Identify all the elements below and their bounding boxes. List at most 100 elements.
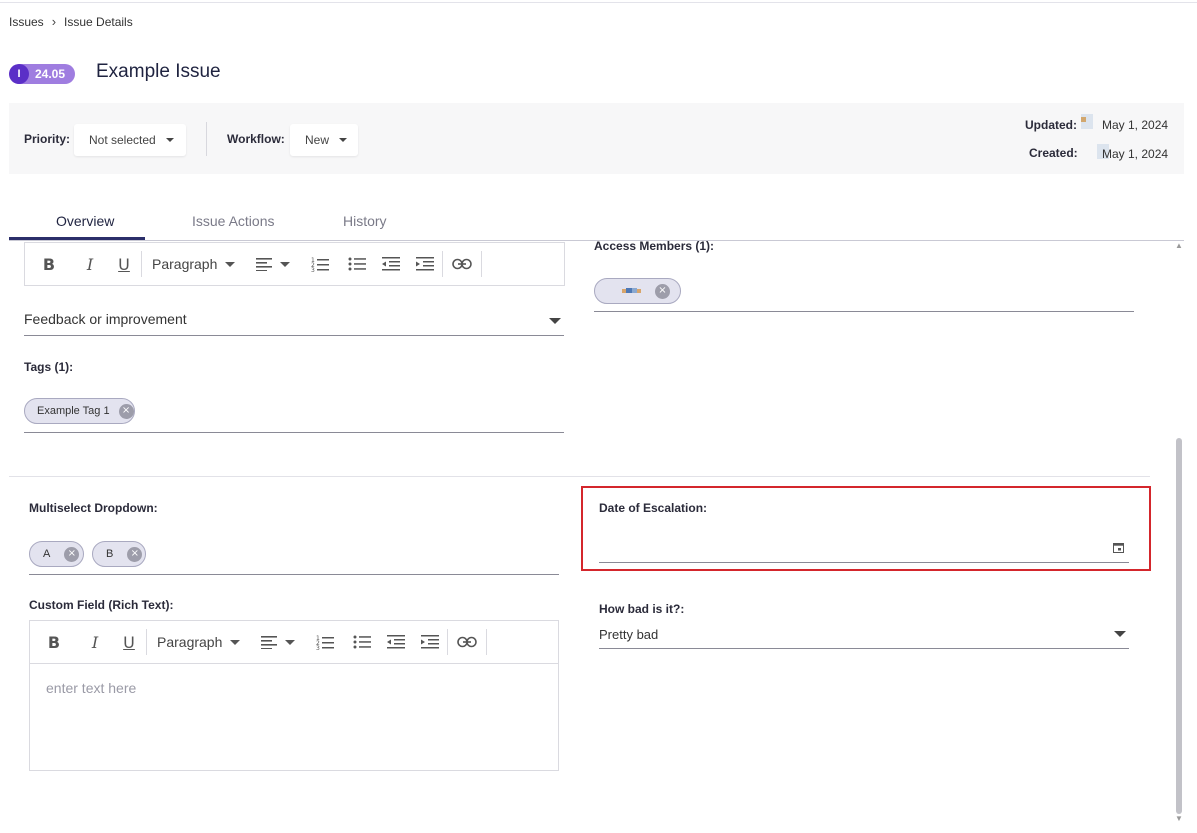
underline-icon[interactable]: U bbox=[107, 242, 141, 286]
caret-down-icon bbox=[280, 261, 290, 267]
how-bad-label: How bad is it?: bbox=[599, 602, 685, 616]
caret-down-icon[interactable] bbox=[1114, 631, 1126, 637]
access-members-underline bbox=[594, 311, 1134, 312]
caret-down-icon[interactable] bbox=[549, 318, 561, 324]
ordered-list-icon: 123 bbox=[311, 257, 329, 272]
bullet-list-button[interactable] bbox=[340, 242, 374, 286]
paragraph-label: Paragraph bbox=[157, 634, 223, 650]
priority-select[interactable]: Not selected bbox=[74, 124, 186, 156]
description-toolbar: B I U Paragraph 123 bbox=[24, 242, 565, 286]
breadcrumb-issues-link[interactable]: Issues bbox=[9, 15, 44, 29]
workflow-label: Workflow: bbox=[227, 132, 285, 146]
ordered-list-button[interactable]: 123 bbox=[300, 242, 340, 286]
link-button[interactable] bbox=[448, 620, 486, 664]
escalation-date-input[interactable] bbox=[599, 532, 1129, 560]
priority-label: Priority: bbox=[24, 132, 71, 146]
page-title: Example Issue bbox=[96, 61, 221, 82]
breadcrumb-current: Issue Details bbox=[64, 14, 133, 29]
multiselect-label: Multiselect Dropdown: bbox=[29, 501, 158, 515]
calendar-icon[interactable] bbox=[1113, 542, 1124, 553]
issue-version: 24.05 bbox=[35, 67, 66, 81]
paragraph-style-select[interactable]: Paragraph bbox=[142, 242, 242, 286]
access-members-label: Access Members (1): bbox=[594, 239, 715, 253]
multiselect-chip-a: A × bbox=[29, 541, 84, 567]
outdent-button[interactable] bbox=[374, 242, 408, 286]
scroll-down-arrow[interactable]: ▼ bbox=[1175, 814, 1183, 823]
caret-down-icon bbox=[339, 138, 348, 142]
rich-text-editor[interactable]: enter text here bbox=[29, 664, 559, 771]
ordered-list-icon: 123 bbox=[316, 635, 334, 650]
updated-label: Updated: bbox=[1025, 118, 1077, 132]
indent-button[interactable] bbox=[408, 242, 442, 286]
tab-active-indicator bbox=[9, 237, 145, 240]
close-icon[interactable]: × bbox=[118, 403, 134, 419]
paragraph-style-select[interactable]: Paragraph bbox=[147, 620, 247, 664]
link-icon bbox=[452, 258, 472, 270]
type-field-underline bbox=[24, 335, 564, 336]
scroll-up-arrow[interactable]: ▲ bbox=[1175, 241, 1183, 250]
indent-icon bbox=[421, 635, 439, 649]
rich-text-label: Custom Field (Rich Text): bbox=[29, 598, 174, 612]
issue-version-badge: I 24.05 bbox=[9, 64, 75, 84]
caret-down-icon bbox=[225, 261, 236, 267]
bullet-list-icon bbox=[348, 257, 366, 271]
svg-text:3: 3 bbox=[311, 267, 315, 272]
tab-history[interactable]: History bbox=[343, 213, 387, 229]
tag-chip-label: Example Tag 1 bbox=[37, 405, 110, 417]
workflow-select[interactable]: New bbox=[290, 124, 358, 156]
outdent-icon bbox=[382, 257, 400, 271]
rich-text-toolbar: B I U Paragraph 123 bbox=[29, 620, 559, 664]
outdent-icon bbox=[387, 635, 405, 649]
link-button[interactable] bbox=[443, 242, 481, 286]
caret-down-icon bbox=[165, 138, 174, 142]
top-border bbox=[0, 2, 1197, 3]
toolbar-divider bbox=[481, 251, 482, 277]
type-select-value[interactable]: Feedback or improvement bbox=[24, 311, 187, 327]
bullet-list-button[interactable] bbox=[345, 620, 379, 664]
chevron-right-icon: › bbox=[51, 14, 57, 29]
how-bad-select-value[interactable]: Pretty bad bbox=[599, 627, 658, 642]
meta-divider bbox=[206, 122, 207, 156]
updated-user-avatar bbox=[1081, 114, 1093, 129]
bullet-list-icon bbox=[353, 635, 371, 649]
scrollbar-thumb[interactable] bbox=[1176, 438, 1182, 814]
created-date: May 1, 2024 bbox=[1102, 147, 1169, 161]
caret-down-icon bbox=[230, 639, 241, 645]
indent-button[interactable] bbox=[413, 620, 447, 664]
member-chip: × bbox=[594, 278, 681, 304]
tags-field-underline bbox=[24, 432, 564, 433]
priority-value: Not selected bbox=[89, 133, 156, 147]
bold-icon[interactable]: B bbox=[25, 242, 73, 286]
underline-icon[interactable]: U bbox=[112, 620, 146, 664]
svg-text:3: 3 bbox=[316, 645, 320, 650]
ordered-list-button[interactable]: 123 bbox=[305, 620, 345, 664]
caret-down-icon bbox=[285, 639, 295, 645]
align-select[interactable] bbox=[250, 242, 296, 286]
align-left-icon bbox=[261, 636, 277, 649]
issue-type-icon: I bbox=[9, 64, 29, 84]
align-left-icon bbox=[256, 258, 272, 271]
tag-chip: Example Tag 1 × bbox=[24, 398, 135, 424]
bold-icon[interactable]: B bbox=[30, 620, 78, 664]
chip-label: A bbox=[43, 548, 51, 560]
tags-label: Tags (1): bbox=[24, 360, 74, 374]
tab-issue-actions[interactable]: Issue Actions bbox=[192, 213, 275, 229]
italic-icon[interactable]: I bbox=[78, 620, 112, 664]
close-icon[interactable]: × bbox=[655, 283, 670, 299]
tab-overview[interactable]: Overview bbox=[56, 213, 114, 229]
align-select[interactable] bbox=[255, 620, 301, 664]
editor-placeholder: enter text here bbox=[46, 680, 137, 696]
paragraph-label: Paragraph bbox=[152, 256, 218, 272]
workflow-value: New bbox=[305, 133, 330, 147]
outdent-button[interactable] bbox=[379, 620, 413, 664]
close-icon[interactable]: × bbox=[127, 546, 143, 562]
toolbar-divider bbox=[486, 629, 487, 655]
how-bad-underline bbox=[599, 648, 1129, 649]
close-icon[interactable]: × bbox=[64, 546, 80, 562]
chip-label: B bbox=[106, 548, 114, 560]
created-label: Created: bbox=[1029, 146, 1078, 160]
member-avatar bbox=[622, 288, 641, 293]
italic-icon[interactable]: I bbox=[73, 242, 107, 286]
breadcrumb: Issues › Issue Details bbox=[9, 14, 133, 29]
escalation-underline bbox=[599, 562, 1129, 563]
